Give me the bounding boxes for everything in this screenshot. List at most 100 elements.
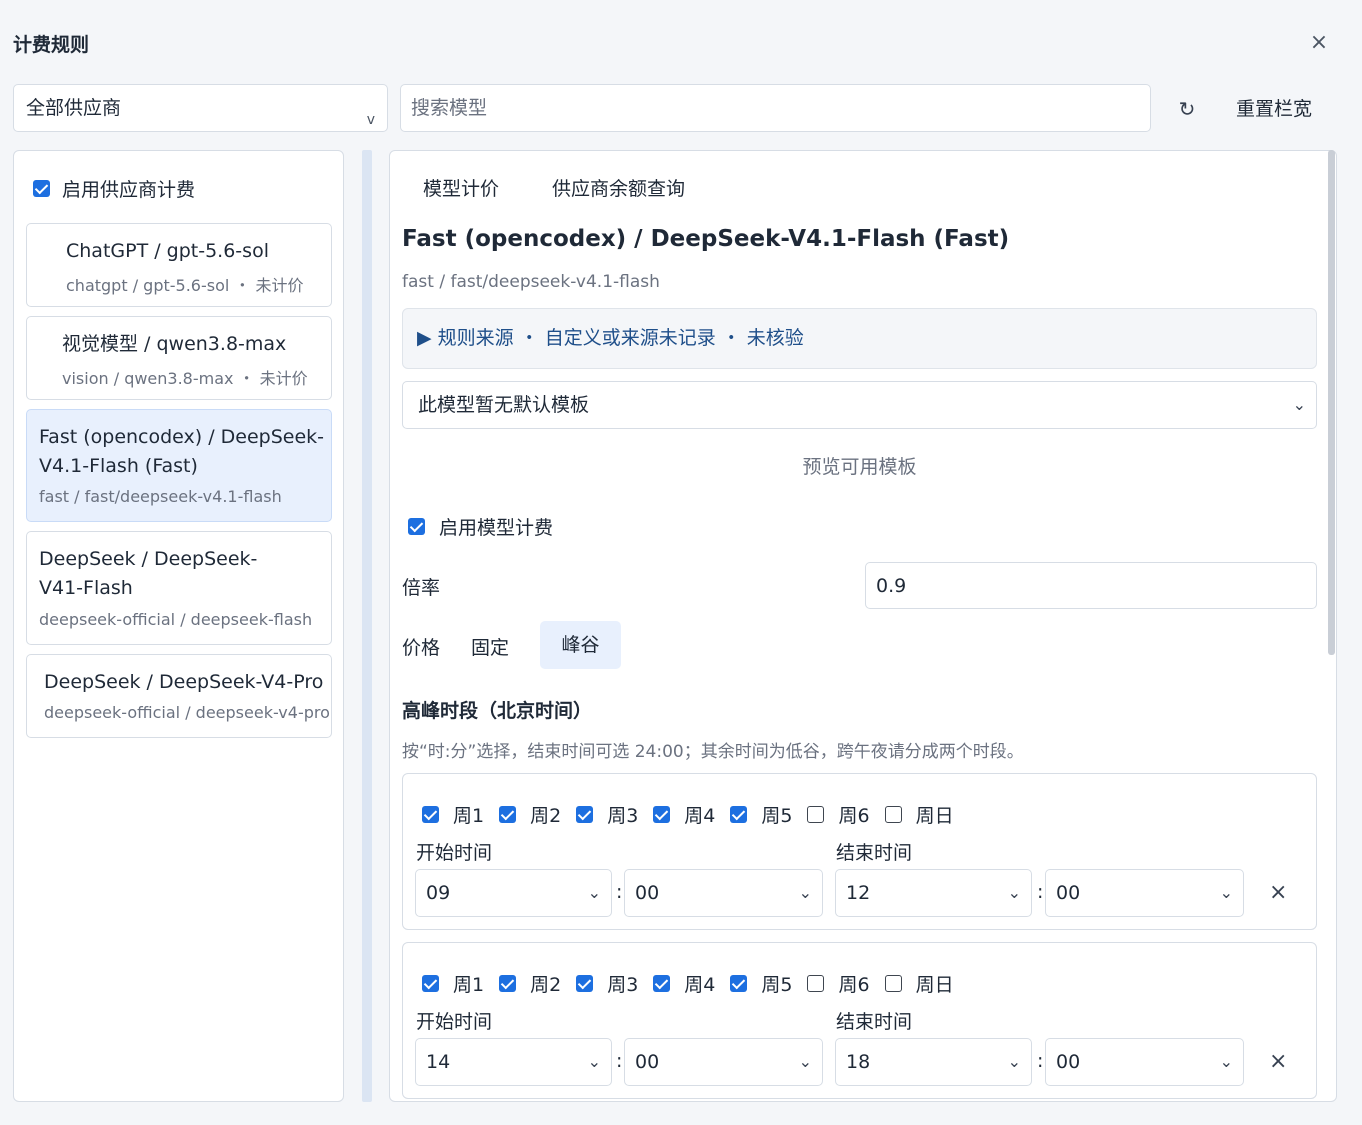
weekday-option[interactable]: 周3 xyxy=(576,970,638,997)
model-item-name: DeepSeek / DeepSeek-V4-Pro xyxy=(44,671,324,693)
weekday-option[interactable]: 周6 xyxy=(807,970,870,997)
column-resize-handle[interactable] xyxy=(362,150,372,1102)
close-icon[interactable]: × xyxy=(1306,30,1332,56)
enable-model-checkbox[interactable] xyxy=(408,518,425,535)
weekday-selector: 周1 周2 周3 周4 周5 周6 周日 xyxy=(422,970,969,997)
end-time-label: 结束时间 xyxy=(836,1011,913,1033)
weekday-label: 周5 xyxy=(761,805,793,827)
weekday-option[interactable]: 周2 xyxy=(499,970,561,997)
provider-select[interactable]: 全部供应商 v xyxy=(13,84,388,132)
chevron-down-icon: ⌄ xyxy=(1007,1052,1021,1071)
delete-period-icon[interactable]: × xyxy=(1269,880,1287,905)
weekday-label: 周5 xyxy=(761,974,793,996)
model-list-item[interactable]: ChatGPT / gpt-5.6-sol chatgpt / gpt-5.6-… xyxy=(26,223,332,307)
weekday-checkbox[interactable] xyxy=(499,806,517,823)
end-minute-select[interactable]: 00 ⌄ xyxy=(1045,1038,1244,1086)
weekday-option[interactable]: 周1 xyxy=(422,970,484,997)
rule-source-toggle[interactable]: ▶ 规则来源 ・ 自定义或来源未记录 ・ 未核验 xyxy=(402,308,1317,369)
weekday-label: 周1 xyxy=(453,805,485,827)
weekday-checkbox[interactable] xyxy=(576,806,594,823)
preview-templates-button[interactable]: 预览可用模板 xyxy=(402,452,1317,479)
template-select-value: 此模型暂无默认模板 xyxy=(418,394,590,416)
enable-provider-billing[interactable]: 启用供应商计费 xyxy=(33,175,195,202)
peak-hint: 按“时:分”选择，结束时间可选 24:00；其余时间为低谷，跨午夜请分成两个时段… xyxy=(402,742,1024,762)
weekday-checkbox[interactable] xyxy=(499,975,517,992)
model-path: fast / fast/deepseek-v4.1-flash xyxy=(402,272,660,292)
end-hour-select[interactable]: 12 ⌄ xyxy=(835,869,1032,917)
end-hour-select[interactable]: 18 ⌄ xyxy=(835,1038,1032,1086)
time-colon: : xyxy=(1037,881,1044,903)
start-hour-select[interactable]: 14 ⌄ xyxy=(415,1038,612,1086)
refresh-icon[interactable]: ↻ xyxy=(1172,94,1202,124)
end-minute-select-value: 00 xyxy=(1056,882,1081,904)
weekday-label: 周日 xyxy=(915,974,954,996)
weekday-label: 周3 xyxy=(607,805,639,827)
tab-model-pricing[interactable]: 模型计价 xyxy=(423,174,499,201)
provider-select-value: 全部供应商 xyxy=(26,97,122,119)
price-mode-fixed[interactable]: 固定 xyxy=(471,633,509,660)
weekday-option[interactable]: 周3 xyxy=(576,801,638,828)
weekday-checkbox[interactable] xyxy=(653,806,671,823)
end-minute-select[interactable]: 00 ⌄ xyxy=(1045,869,1244,917)
search-input[interactable] xyxy=(400,84,1151,132)
start-hour-select[interactable]: 09 ⌄ xyxy=(415,869,612,917)
price-mode-peak[interactable]: 峰谷 xyxy=(540,621,621,669)
model-list-item[interactable]: DeepSeek / DeepSeek-V41-Flash deepseek-o… xyxy=(26,531,332,645)
reset-column-width-button[interactable]: 重置栏宽 xyxy=(1236,94,1312,121)
model-list-item[interactable]: DeepSeek / DeepSeek-V4-Pro deepseek-offi… xyxy=(26,654,332,738)
weekday-option[interactable]: 周4 xyxy=(653,970,715,997)
chevron-down-icon: ⌄ xyxy=(587,883,601,902)
model-list-item[interactable]: 视觉模型 / qwen3.8-max vision / qwen3.8-max … xyxy=(26,316,332,400)
weekday-checkbox[interactable] xyxy=(576,975,594,992)
peak-period-card: 周1 周2 周3 周4 周5 周6 周日 开始时间 结束时间 14 ⌄:00 ⌄ 18 ⌄:00 ⌄ × xyxy=(402,942,1317,1099)
start-minute-select[interactable]: 00 ⌄ xyxy=(624,869,823,917)
chevron-down-icon: ⌄ xyxy=(1219,1052,1233,1071)
enable-model-billing[interactable]: 启用模型计费 xyxy=(408,513,553,540)
weekday-option[interactable]: 周6 xyxy=(807,801,870,828)
dialog-title: 计费规则 xyxy=(13,34,90,56)
model-title: Fast (opencodex) / DeepSeek-V4.1-Flash (… xyxy=(402,226,1010,252)
weekday-checkbox[interactable] xyxy=(807,975,825,992)
enable-model-label: 启用模型计费 xyxy=(439,517,554,539)
model-item-name: Fast (opencodex) / DeepSeek-V4.1-Flash (… xyxy=(39,426,325,477)
weekday-option[interactable]: 周5 xyxy=(730,801,792,828)
rate-input[interactable] xyxy=(865,562,1317,609)
model-item-sub: chatgpt / gpt-5.6-sol ・ 未计价 xyxy=(66,276,304,295)
time-colon: : xyxy=(616,1050,623,1072)
weekday-option[interactable]: 周4 xyxy=(653,801,715,828)
weekday-option[interactable]: 周2 xyxy=(499,801,561,828)
template-select[interactable]: 此模型暂无默认模板 ⌄ xyxy=(402,381,1317,429)
weekday-checkbox[interactable] xyxy=(807,806,825,823)
weekday-option[interactable]: 周5 xyxy=(730,970,792,997)
chevron-down-icon: ⌄ xyxy=(798,1052,812,1071)
enable-provider-checkbox[interactable] xyxy=(33,180,50,197)
weekday-checkbox[interactable] xyxy=(730,806,748,823)
start-minute-select[interactable]: 00 ⌄ xyxy=(624,1038,823,1086)
weekday-option[interactable]: 周日 xyxy=(884,801,954,828)
weekday-label: 周日 xyxy=(915,805,954,827)
weekday-checkbox[interactable] xyxy=(422,975,439,992)
weekday-option[interactable]: 周1 xyxy=(422,801,484,828)
start-hour-select-value: 14 xyxy=(426,1051,451,1073)
weekday-checkbox[interactable] xyxy=(653,975,671,992)
end-hour-select-value: 12 xyxy=(846,882,871,904)
end-hour-select-value: 18 xyxy=(846,1051,871,1073)
weekday-label: 周2 xyxy=(530,974,562,996)
model-item-name: DeepSeek / DeepSeek-V41-Flash xyxy=(39,548,258,599)
weekday-checkbox[interactable] xyxy=(884,806,902,823)
start-time-label: 开始时间 xyxy=(416,1011,493,1033)
model-item-name: ChatGPT / gpt-5.6-sol xyxy=(66,240,269,262)
rate-label: 倍率 xyxy=(402,577,441,599)
start-time-label: 开始时间 xyxy=(416,842,493,864)
end-minute-select-value: 00 xyxy=(1056,1051,1081,1073)
model-list-item-active[interactable]: Fast (opencodex) / DeepSeek-V4.1-Flash (… xyxy=(26,409,332,522)
tab-provider-balance[interactable]: 供应商余额查询 xyxy=(552,174,685,201)
chevron-down-icon: ⌄ xyxy=(798,883,812,902)
weekday-checkbox[interactable] xyxy=(730,975,748,992)
scrollbar-thumb[interactable] xyxy=(1328,150,1335,655)
weekday-checkbox[interactable] xyxy=(422,806,439,823)
delete-period-icon[interactable]: × xyxy=(1269,1049,1287,1074)
weekday-checkbox[interactable] xyxy=(884,975,902,992)
weekday-option[interactable]: 周日 xyxy=(884,970,954,997)
price-label: 价格 xyxy=(402,637,441,659)
